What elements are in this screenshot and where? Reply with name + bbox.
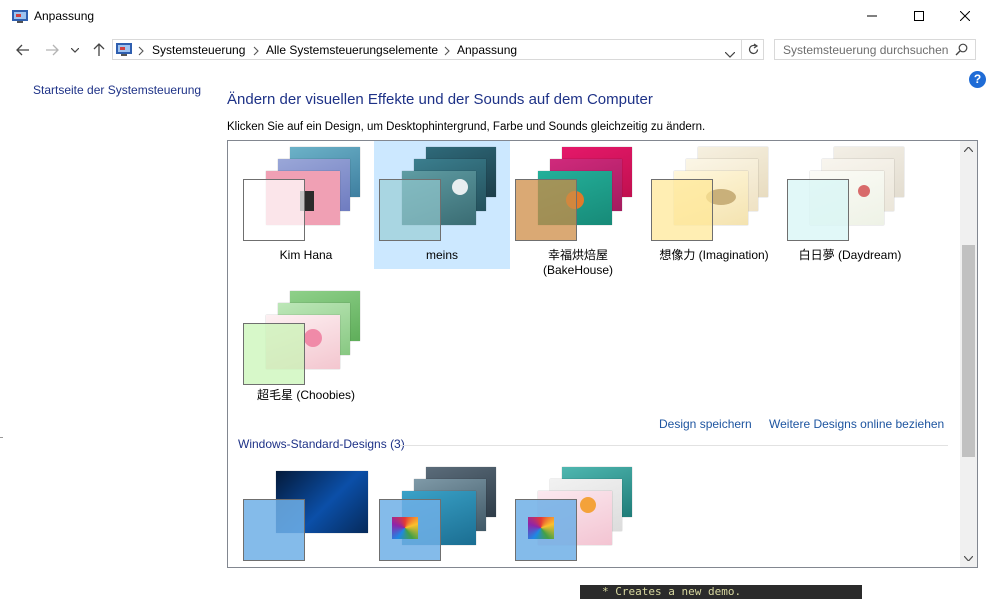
theme-name: Kim Hana	[279, 248, 333, 262]
search-placeholder: Systemsteuerung durchsuchen	[783, 43, 949, 57]
sidebar-home-link[interactable]: Startseite der Systemsteuerung	[33, 83, 201, 97]
back-button[interactable]	[12, 40, 34, 60]
refresh-icon[interactable]	[747, 43, 760, 61]
address-dropdown-chevron-icon[interactable]	[724, 45, 736, 63]
title-bar: Anpassung	[0, 0, 991, 32]
theme-name: meins	[425, 248, 458, 262]
address-bar[interactable]: Systemsteuerung Alle Systemsteuerungsele…	[112, 39, 764, 60]
theme-tile-windows-10[interactable]	[374, 461, 510, 567]
standard-designs-heading[interactable]: Windows-Standard-Designs (3)	[238, 437, 405, 451]
control-panel-icon	[12, 9, 28, 23]
recent-locations-chevron-icon[interactable]	[66, 40, 84, 60]
theme-name: 白日夢 (Daydream)	[798, 248, 902, 262]
control-panel-icon	[116, 42, 132, 56]
address-divider	[741, 40, 742, 59]
theme-tile-kim-hana[interactable]: Kim Hana	[238, 141, 374, 269]
terminal-text: * Creates a new demo.	[602, 585, 742, 598]
theme-name: 幸福烘焙屋 (BakeHouse)	[542, 248, 614, 277]
theme-list[interactable]: Kim Hana meins 幸福烘焙屋 (BakeHouse) 想像力 (Im…	[227, 140, 978, 568]
vertical-scrollbar[interactable]	[960, 141, 977, 567]
breadcrumb-separator-icon	[137, 44, 145, 56]
search-icon[interactable]	[955, 43, 968, 61]
theme-tile-choobies[interactable]: 超毛星 (Choobies)	[238, 285, 374, 413]
more-designs-online-link[interactable]: Weitere Designs online beziehen	[769, 417, 944, 431]
save-design-link[interactable]: Design speichern	[659, 417, 752, 431]
background-edge	[0, 437, 3, 438]
maximize-button[interactable]	[896, 0, 942, 32]
scrollbar-thumb[interactable]	[962, 245, 975, 457]
help-icon[interactable]: ?	[969, 71, 986, 88]
breadcrumb-item-anpassung[interactable]: Anpassung	[457, 43, 517, 57]
search-input[interactable]: Systemsteuerung durchsuchen	[774, 39, 976, 60]
background-terminal-window: * Creates a new demo.	[580, 585, 862, 599]
breadcrumb-separator-icon	[443, 44, 451, 56]
minimize-button[interactable]	[849, 0, 895, 32]
breadcrumb-item-systemsteuerung[interactable]: Systemsteuerung	[152, 43, 245, 57]
theme-tile-daydream[interactable]: 白日夢 (Daydream)	[782, 141, 918, 269]
window-title: Anpassung	[34, 9, 95, 23]
up-button[interactable]	[88, 40, 110, 60]
close-button[interactable]	[942, 0, 988, 32]
theme-tile-windows[interactable]	[238, 461, 374, 567]
forward-button[interactable]	[41, 40, 63, 60]
breadcrumb-separator-icon	[252, 44, 260, 56]
theme-tile-flowers[interactable]	[510, 461, 646, 567]
scroll-down-arrow-icon[interactable]	[960, 550, 977, 567]
theme-name: 想像力 (Imagination)	[659, 248, 769, 262]
theme-tile-imagination[interactable]: 想像力 (Imagination)	[646, 141, 782, 269]
breadcrumb-item-alle-elemente[interactable]: Alle Systemsteuerungselemente	[266, 43, 438, 57]
scroll-up-arrow-icon[interactable]	[960, 141, 977, 158]
page-description: Klicken Sie auf ein Design, um Desktophi…	[227, 121, 706, 133]
theme-tile-meins[interactable]: meins	[374, 141, 510, 269]
theme-name: 超毛星 (Choobies)	[256, 388, 356, 402]
theme-tile-bakehouse[interactable]: 幸福烘焙屋 (BakeHouse)	[510, 141, 646, 277]
section-divider	[400, 445, 948, 446]
page-title: Ändern der visuellen Effekte und der Sou…	[227, 91, 653, 108]
